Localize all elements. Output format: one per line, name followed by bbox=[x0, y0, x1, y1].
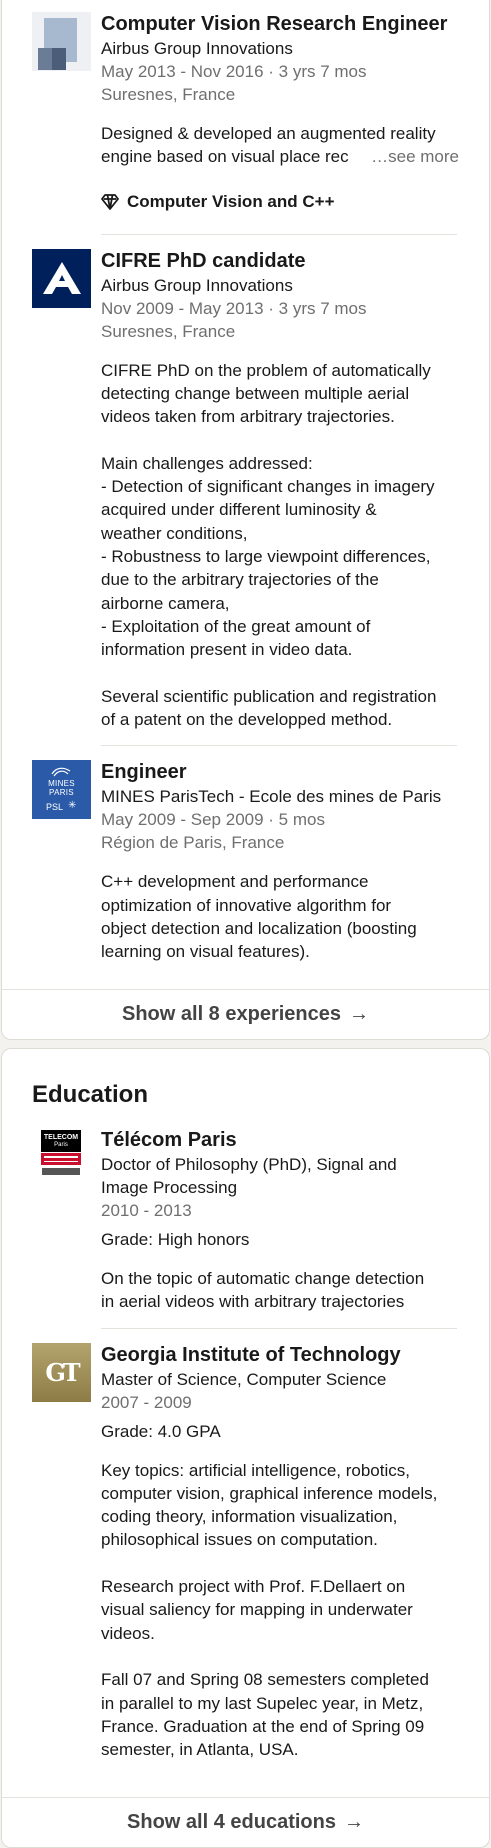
grade: Grade: 4.0 GPA bbox=[101, 1421, 221, 1441]
skills-row[interactable]: Computer Vision and C++ bbox=[101, 192, 459, 212]
grade: Grade: High honors bbox=[101, 1230, 250, 1249]
georgia-tech-logo-icon[interactable]: GT bbox=[32, 1342, 91, 1402]
job-dates: May 2013 - Nov 2016 · 3 yrs 7 mos bbox=[101, 62, 367, 81]
job-location: Suresnes, France bbox=[101, 321, 236, 341]
mines-paris-logo-icon[interactable]: MINES PARIS PSL ✳ bbox=[32, 760, 91, 820]
job-dates: Nov 2009 - May 2013 · 3 yrs 7 mos bbox=[101, 298, 367, 318]
job-location: Suresnes, France bbox=[101, 85, 236, 104]
education-item: TELECOM Paris Télécom Paris Doctor of Ph… bbox=[2, 1110, 489, 1314]
company-name: MINES ParisTech - Ecole des mines de Par… bbox=[101, 787, 442, 807]
section-heading: Education bbox=[32, 1081, 149, 1108]
gt-logo-text: GT bbox=[45, 1357, 80, 1387]
psl-star-icon: ✳ bbox=[68, 800, 77, 812]
company-name: Airbus Group Innovations bbox=[101, 39, 293, 58]
job-description: Designed & developed an augmented realit… bbox=[101, 122, 459, 169]
skills-label: Computer Vision and C++ bbox=[127, 191, 335, 211]
education-dates: 2007 - 2009 bbox=[101, 1392, 192, 1412]
education-section: Education TELECOM Paris Télécom Paris Do… bbox=[1, 1048, 490, 1848]
degree: Doctor of Philosophy (PhD), Signal and I… bbox=[101, 1155, 397, 1197]
experience-section: Computer Vision Research Engineer Airbus… bbox=[1, 0, 490, 1040]
airbus-logo-icon[interactable] bbox=[32, 248, 91, 308]
show-all-label: Show all 4 educations bbox=[127, 1811, 336, 1833]
job-location: Région de Paris, France bbox=[101, 833, 285, 853]
experience-item: MINES PARIS PSL ✳ Engineer MINES ParisTe… bbox=[2, 746, 489, 963]
company-name: Airbus Group Innovations bbox=[101, 275, 293, 295]
job-description: CIFRE PhD on the problem of automaticall… bbox=[101, 360, 437, 730]
job-title: CIFRE PhD candidate bbox=[101, 249, 306, 272]
show-all-educations-button[interactable]: Show all 4 educations → bbox=[2, 1797, 489, 1847]
telecom-logo-text: TELECOM bbox=[43, 1134, 79, 1141]
see-more-link[interactable]: …see more bbox=[371, 145, 459, 168]
job-title: Computer Vision Research Engineer bbox=[101, 13, 448, 35]
job-dates: May 2009 - Sep 2009 · 5 mos bbox=[101, 810, 325, 830]
school-name: Georgia Institute of Technology bbox=[101, 1343, 401, 1366]
degree: Master of Science, Computer Science bbox=[101, 1369, 387, 1389]
arrow-right-icon: → bbox=[343, 1811, 364, 1833]
education-item: GT Georgia Institute of Technology Maste… bbox=[2, 1329, 489, 1762]
arrow-right-icon: → bbox=[349, 1003, 369, 1025]
experience-item: CIFRE PhD candidate Airbus Group Innovat… bbox=[2, 235, 489, 732]
experience-item: Computer Vision Research Engineer Airbus… bbox=[2, 0, 489, 212]
mines-logo-text: PARIS bbox=[49, 788, 74, 798]
telecom-paris-logo-icon[interactable]: TELECOM Paris bbox=[32, 1128, 91, 1187]
placeholder-company-logo-icon[interactable] bbox=[32, 12, 91, 71]
school-name: Télécom Paris bbox=[101, 1129, 237, 1151]
show-all-experiences-button[interactable]: Show all 8 experiences → bbox=[2, 989, 489, 1039]
mines-logo-text: MINES bbox=[48, 779, 75, 789]
show-all-label: Show all 8 experiences bbox=[122, 1003, 341, 1025]
education-description: On the topic of automatic change detecti… bbox=[101, 1269, 425, 1312]
job-description: C++ development and performance optimiza… bbox=[101, 872, 417, 962]
education-description: Key topics: artificial intelligence, rob… bbox=[101, 1460, 438, 1760]
telecom-logo-text: Paris bbox=[54, 1142, 68, 1148]
psl-logo-text: PSL bbox=[46, 802, 64, 813]
diamond-icon bbox=[101, 193, 119, 210]
education-dates: 2010 - 2013 bbox=[101, 1201, 192, 1220]
job-title: Engineer bbox=[101, 761, 187, 784]
